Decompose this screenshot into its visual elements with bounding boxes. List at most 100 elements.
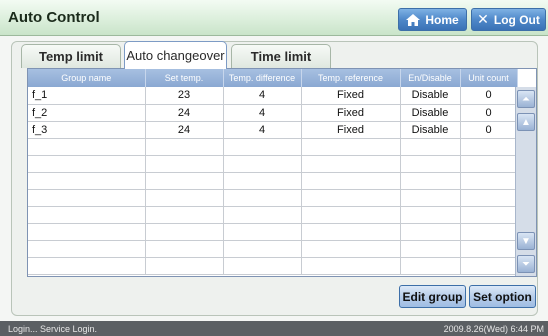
cell-en-disable: Disable: [400, 104, 461, 122]
cell-en-disable: Disable: [400, 121, 461, 139]
cell-en-disable: [400, 223, 461, 241]
edit-group-button[interactable]: Edit group: [399, 285, 466, 308]
group-table: Group name Set temp. Temp. difference Te…: [28, 69, 518, 275]
column-header-temp-reference[interactable]: Temp. reference: [301, 69, 401, 87]
cell-set-temp: 24: [145, 121, 224, 139]
cell-unit-count: [460, 189, 518, 207]
home-button-label: Home: [425, 12, 459, 27]
cell-temp-reference: Fixed: [301, 87, 401, 105]
set-option-button[interactable]: Set option: [469, 285, 536, 308]
cell-group-name: [28, 240, 146, 258]
table-row-empty[interactable]: [28, 223, 518, 241]
cell-temp-difference: [223, 223, 302, 241]
cell-set-temp: [145, 206, 224, 224]
tab-label: Auto changeover: [126, 48, 225, 63]
cell-unit-count: 0: [460, 121, 518, 139]
table-row-empty[interactable]: [28, 257, 518, 275]
cell-temp-difference: [223, 172, 302, 190]
table-row-empty[interactable]: [28, 189, 518, 207]
cell-en-disable: [400, 240, 461, 258]
cell-temp-reference: [301, 223, 401, 241]
cell-set-temp: [145, 189, 224, 207]
cell-set-temp: [145, 172, 224, 190]
cell-group-name: f_3: [28, 121, 146, 139]
table-row-empty[interactable]: [28, 155, 518, 173]
logout-button-label: Log Out: [493, 12, 540, 27]
table-row-empty[interactable]: [28, 138, 518, 156]
cell-temp-difference: 4: [223, 121, 302, 139]
tab-auto-changeover[interactable]: Auto changeover: [124, 41, 227, 69]
column-header-en-disable[interactable]: En/Disable: [400, 69, 461, 87]
cell-temp-reference: Fixed: [301, 121, 401, 139]
cell-temp-difference: [223, 138, 302, 156]
column-header-unit-count[interactable]: Unit count: [460, 69, 518, 87]
scroll-up-button[interactable]: ▲: [517, 113, 535, 131]
table-row[interactable]: f_3 24 4 Fixed Disable 0: [28, 121, 518, 139]
cell-temp-difference: [223, 240, 302, 258]
cell-en-disable: [400, 138, 461, 156]
status-bar: Login... Service Login. 2009.8.26(Wed) 6…: [0, 321, 548, 336]
cell-temp-reference: Fixed: [301, 104, 401, 122]
column-header-set-temp[interactable]: Set temp.: [145, 69, 224, 87]
column-header-temp-difference[interactable]: Temp. difference: [223, 69, 302, 87]
cell-set-temp: 24: [145, 104, 224, 122]
tab-temp-limit[interactable]: Temp limit: [21, 44, 121, 68]
cell-temp-difference: [223, 189, 302, 207]
home-button[interactable]: Home: [398, 8, 467, 31]
status-datetime: 2009.8.26(Wed) 6:44 PM: [443, 323, 544, 334]
chevron-up-icon: ▲: [521, 116, 531, 128]
group-table-container: Group name Set temp. Temp. difference Te…: [27, 68, 537, 277]
cell-temp-reference: [301, 240, 401, 258]
cell-en-disable: [400, 155, 461, 173]
double-chevron-down-icon: ⏷: [522, 258, 530, 270]
cell-group-name: [28, 172, 146, 190]
table-row[interactable]: f_2 24 4 Fixed Disable 0: [28, 104, 518, 122]
cell-temp-reference: [301, 206, 401, 224]
chevron-down-icon: ▼: [521, 235, 531, 247]
table-row-empty[interactable]: [28, 206, 518, 224]
double-chevron-up-icon: ⏶: [522, 93, 530, 105]
logout-button[interactable]: ✕ Log Out: [471, 8, 546, 31]
cell-group-name: [28, 189, 146, 207]
scroll-top-button[interactable]: ⏶: [517, 90, 535, 108]
cell-temp-reference: [301, 172, 401, 190]
scroll-down-button[interactable]: ▼: [517, 232, 535, 250]
cell-group-name: [28, 206, 146, 224]
cell-unit-count: [460, 155, 518, 173]
column-header-group-name[interactable]: Group name: [28, 69, 146, 87]
cell-unit-count: [460, 240, 518, 258]
table-row[interactable]: f_1 23 4 Fixed Disable 0: [28, 87, 518, 105]
home-icon: [406, 13, 421, 26]
cell-group-name: [28, 138, 146, 156]
cell-unit-count: 0: [460, 104, 518, 122]
table-row-empty[interactable]: [28, 240, 518, 258]
table-header-row: Group name Set temp. Temp. difference Te…: [28, 69, 518, 87]
table-row-empty[interactable]: [28, 172, 518, 190]
cell-en-disable: [400, 257, 461, 275]
scroll-bottom-button[interactable]: ⏷: [517, 255, 535, 273]
cell-temp-difference: 4: [223, 104, 302, 122]
cell-unit-count: [460, 257, 518, 275]
cell-group-name: [28, 155, 146, 173]
cell-set-temp: [145, 223, 224, 241]
cell-temp-reference: [301, 257, 401, 275]
cell-temp-difference: [223, 155, 302, 173]
cell-unit-count: [460, 138, 518, 156]
cell-en-disable: [400, 206, 461, 224]
cell-temp-difference: [223, 257, 302, 275]
tab-label: Temp limit: [38, 49, 104, 64]
cell-temp-difference: 4: [223, 87, 302, 105]
tab-label: Time limit: [250, 49, 312, 64]
cell-set-temp: [145, 138, 224, 156]
cell-temp-reference: [301, 138, 401, 156]
cell-group-name: [28, 223, 146, 241]
cell-set-temp: [145, 257, 224, 275]
cell-unit-count: 0: [460, 87, 518, 105]
cell-unit-count: [460, 223, 518, 241]
vertical-scrollbar[interactable]: ⏶ ▲ ▼ ⏷: [515, 87, 536, 276]
cell-temp-difference: [223, 206, 302, 224]
cell-unit-count: [460, 206, 518, 224]
cell-set-temp: [145, 240, 224, 258]
cell-group-name: f_2: [28, 104, 146, 122]
tab-time-limit[interactable]: Time limit: [231, 44, 331, 68]
